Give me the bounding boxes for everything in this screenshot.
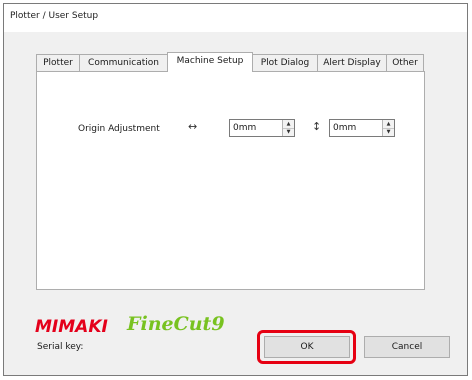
- horizontal-offset-stepper[interactable]: 0mm ▲ ▼: [229, 119, 295, 137]
- title-bar: Plotter / User Setup: [4, 4, 467, 32]
- vertical-decrement-button[interactable]: ▼: [383, 128, 394, 136]
- finecut-logo: FineCut9: [127, 313, 225, 335]
- horizontal-decrement-button[interactable]: ▼: [283, 128, 294, 136]
- vertical-double-arrow-icon: ↕: [312, 120, 322, 133]
- vertical-offset-stepper[interactable]: 0mm ▲ ▼: [329, 119, 395, 137]
- machine-setup-panel: Origin Adjustment ↔ 0mm ▲ ▼ ↕ 0mm ▲ ▼: [36, 71, 425, 290]
- vertical-stepper-buttons: ▲ ▼: [382, 120, 394, 136]
- horizontal-stepper-buttons: ▲ ▼: [282, 120, 294, 136]
- mimaki-logo: MIMAKI: [35, 317, 108, 337]
- tab-other[interactable]: Other: [386, 54, 424, 71]
- ok-button-highlight: [257, 330, 356, 364]
- horizontal-offset-value[interactable]: 0mm: [233, 123, 256, 133]
- tab-plotter[interactable]: Plotter: [36, 54, 80, 71]
- origin-adjustment-label: Origin Adjustment: [78, 124, 160, 134]
- vertical-offset-value[interactable]: 0mm: [333, 123, 356, 133]
- tab-alert-display[interactable]: Alert Display: [317, 54, 387, 71]
- tab-machine-setup[interactable]: Machine Setup: [167, 52, 253, 72]
- tab-plot-dialog[interactable]: Plot Dialog: [252, 54, 318, 71]
- horizontal-double-arrow-icon: ↔: [188, 120, 198, 133]
- tab-communication[interactable]: Communication: [79, 54, 168, 71]
- serial-key-label: Serial key:: [37, 342, 84, 352]
- window-title: Plotter / User Setup: [10, 11, 99, 21]
- cancel-button[interactable]: Cancel: [364, 336, 450, 358]
